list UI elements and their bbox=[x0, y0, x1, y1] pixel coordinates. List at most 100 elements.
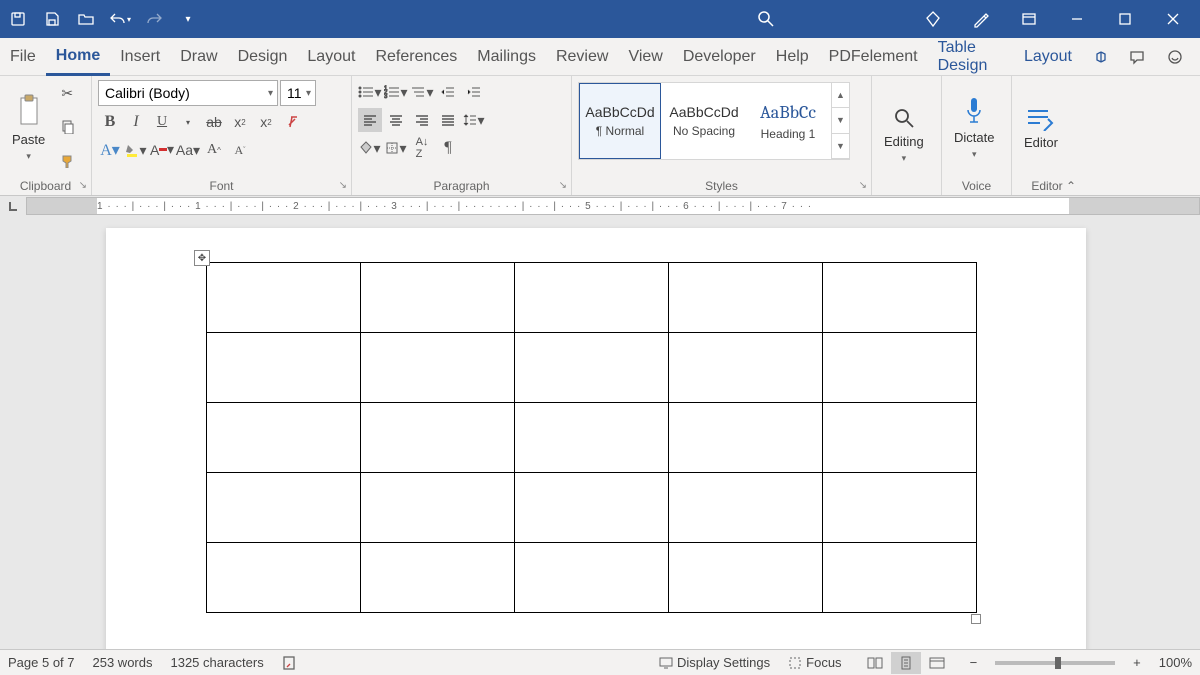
diamond-icon[interactable] bbox=[910, 0, 956, 38]
gallery-down-icon[interactable]: ▼ bbox=[832, 108, 849, 133]
tab-file[interactable]: File bbox=[0, 38, 46, 75]
tab-table-design[interactable]: Table Design bbox=[928, 38, 1014, 75]
style-no-spacing[interactable]: AaBbCcDd No Spacing bbox=[663, 83, 745, 159]
clear-formatting-icon[interactable] bbox=[280, 110, 304, 134]
decrease-indent-icon[interactable] bbox=[436, 80, 460, 104]
tab-view[interactable]: View bbox=[618, 38, 672, 75]
horizontal-ruler[interactable]: 1 · · · | · · · | · · · 1 · · · | · · · … bbox=[26, 197, 1200, 215]
share-icon[interactable] bbox=[1082, 40, 1116, 74]
style-normal[interactable]: AaBbCcDd ¶ Normal bbox=[579, 83, 661, 159]
style-heading-1[interactable]: AaBbCc Heading 1 bbox=[747, 83, 829, 159]
text-effects-icon[interactable]: A▾ bbox=[98, 138, 122, 162]
align-left-icon[interactable] bbox=[358, 108, 382, 132]
editing-button[interactable]: Editing ▾ bbox=[878, 78, 930, 191]
strikethrough-button[interactable]: ab bbox=[202, 110, 226, 134]
pen-icon[interactable] bbox=[958, 0, 1004, 38]
display-settings[interactable]: Display Settings bbox=[659, 655, 770, 670]
print-layout-icon[interactable] bbox=[891, 652, 921, 674]
gallery-up-icon[interactable]: ▲ bbox=[832, 83, 849, 108]
focus-mode[interactable]: Focus bbox=[788, 655, 841, 670]
styles-gallery[interactable]: AaBbCcDd ¶ Normal AaBbCcDd No Spacing Aa… bbox=[578, 82, 850, 160]
zoom-out-icon[interactable]: − bbox=[970, 655, 978, 670]
tab-layout[interactable]: Layout bbox=[297, 38, 365, 75]
qat-more-icon[interactable]: ▾ bbox=[174, 5, 202, 33]
italic-button[interactable]: I bbox=[124, 110, 148, 134]
font-name-combo[interactable]: Calibri (Body) bbox=[98, 80, 278, 106]
format-painter-icon[interactable] bbox=[55, 149, 79, 173]
char-count[interactable]: 1325 characters bbox=[170, 655, 263, 670]
editor-button[interactable]: Editor bbox=[1018, 78, 1064, 177]
window-mode-icon[interactable] bbox=[1006, 0, 1052, 38]
justify-icon[interactable] bbox=[436, 108, 460, 132]
tab-help[interactable]: Help bbox=[766, 38, 819, 75]
open-icon[interactable] bbox=[72, 5, 100, 33]
document-area[interactable]: ✥ bbox=[0, 216, 1200, 661]
undo-icon[interactable]: ▾ bbox=[106, 5, 134, 33]
sort-icon[interactable]: A↓Z bbox=[410, 136, 434, 160]
save-icon[interactable] bbox=[38, 5, 66, 33]
zoom-in-icon[interactable]: + bbox=[1133, 655, 1141, 670]
copy-icon[interactable] bbox=[55, 115, 79, 139]
underline-button[interactable]: U bbox=[150, 110, 174, 134]
tab-pdfelement[interactable]: PDFelement bbox=[819, 38, 928, 75]
paste-button[interactable]: Paste ▾ bbox=[6, 78, 51, 177]
tab-selector-icon[interactable] bbox=[0, 197, 26, 215]
document-table[interactable] bbox=[206, 262, 977, 613]
highlight-icon[interactable]: ▾ bbox=[124, 138, 148, 162]
tab-developer[interactable]: Developer bbox=[673, 38, 766, 75]
change-case-icon[interactable]: Aa▾ bbox=[176, 138, 200, 162]
align-right-icon[interactable] bbox=[410, 108, 434, 132]
paragraph-launcher-icon[interactable]: ↘ bbox=[559, 180, 567, 191]
redo-icon[interactable] bbox=[140, 5, 168, 33]
line-spacing-icon[interactable]: ▾ bbox=[462, 108, 486, 132]
show-marks-icon[interactable]: ¶ bbox=[436, 136, 460, 160]
tab-references[interactable]: References bbox=[365, 38, 467, 75]
autosave-icon[interactable] bbox=[4, 5, 32, 33]
page[interactable]: ✥ bbox=[106, 228, 1086, 661]
underline-more-icon[interactable]: ▾ bbox=[176, 110, 200, 134]
read-mode-icon[interactable] bbox=[860, 652, 890, 674]
subscript-button[interactable]: x2 bbox=[228, 110, 252, 134]
multilevel-list-icon[interactable]: ▾ bbox=[410, 80, 434, 104]
bold-button[interactable]: B bbox=[98, 110, 122, 134]
gallery-more-icon[interactable]: ▼ bbox=[832, 134, 849, 159]
styles-launcher-icon[interactable]: ↘ bbox=[859, 180, 867, 191]
shading-icon[interactable]: ▾ bbox=[358, 136, 382, 160]
bullets-icon[interactable]: ▾ bbox=[358, 80, 382, 104]
smiley-icon[interactable] bbox=[1158, 40, 1192, 74]
font-color-icon[interactable]: A▾ bbox=[150, 138, 174, 162]
tab-insert[interactable]: Insert bbox=[110, 38, 170, 75]
minimize-icon[interactable] bbox=[1054, 0, 1100, 38]
search-icon[interactable] bbox=[752, 5, 780, 33]
collapse-ribbon-icon[interactable]: ⌃ bbox=[1066, 179, 1076, 193]
comments-icon[interactable] bbox=[1120, 40, 1154, 74]
tab-draw[interactable]: Draw bbox=[170, 38, 227, 75]
font-size-combo[interactable]: 11 bbox=[280, 80, 316, 106]
tab-table-layout[interactable]: Layout bbox=[1014, 38, 1082, 75]
proofing-icon[interactable] bbox=[282, 655, 298, 671]
superscript-button[interactable]: x2 bbox=[254, 110, 278, 134]
tab-review[interactable]: Review bbox=[546, 38, 618, 75]
numbering-icon[interactable]: 123▾ bbox=[384, 80, 408, 104]
zoom-level[interactable]: 100% bbox=[1159, 655, 1192, 670]
zoom-slider[interactable] bbox=[995, 661, 1115, 665]
word-count[interactable]: 253 words bbox=[93, 655, 153, 670]
borders-icon[interactable]: ▾ bbox=[384, 136, 408, 160]
increase-indent-icon[interactable] bbox=[462, 80, 486, 104]
close-icon[interactable] bbox=[1150, 0, 1196, 38]
table-resize-handle-icon[interactable] bbox=[971, 614, 981, 624]
grow-font-icon[interactable]: A^ bbox=[202, 138, 226, 162]
dictate-button[interactable]: Dictate ▾ bbox=[948, 78, 1000, 177]
page-indicator[interactable]: Page 5 of 7 bbox=[8, 655, 75, 670]
tab-design[interactable]: Design bbox=[228, 38, 298, 75]
shrink-font-icon[interactable]: Aˇ bbox=[228, 138, 252, 162]
tab-mailings[interactable]: Mailings bbox=[467, 38, 546, 75]
web-layout-icon[interactable] bbox=[922, 652, 952, 674]
cut-icon[interactable]: ✂ bbox=[55, 82, 79, 106]
font-launcher-icon[interactable]: ↘ bbox=[339, 180, 347, 191]
tab-home[interactable]: Home bbox=[46, 39, 110, 76]
maximize-icon[interactable] bbox=[1102, 0, 1148, 38]
clipboard-launcher-icon[interactable]: ↘ bbox=[79, 180, 87, 191]
align-center-icon[interactable] bbox=[384, 108, 408, 132]
table-move-handle-icon[interactable]: ✥ bbox=[194, 250, 210, 266]
